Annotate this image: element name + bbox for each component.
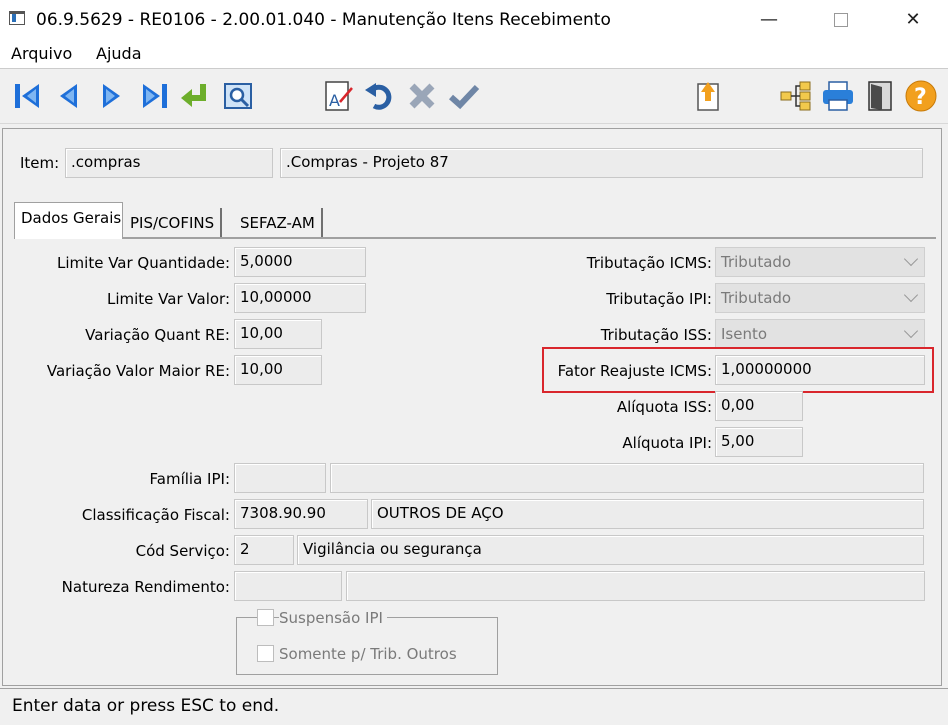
- tributacao-icms-label: Tributação ICMS:: [586, 254, 712, 272]
- export-icon[interactable]: [688, 78, 724, 114]
- tab-dados-gerais[interactable]: Dados Gerais: [14, 202, 123, 239]
- first-icon[interactable]: [10, 78, 46, 114]
- tab-pis-cofins[interactable]: PIS/COFINS: [124, 208, 223, 237]
- familia-ipi-label: Família IPI:: [149, 470, 230, 488]
- status-bar: Enter data or press ESC to end.: [0, 688, 948, 725]
- limite-var-quantidade-label: Limite Var Quantidade:: [57, 254, 230, 272]
- classificacao-fiscal-code-field[interactable]: 7308.90.90: [234, 499, 368, 529]
- edit-icon[interactable]: A: [320, 78, 356, 114]
- tree-icon[interactable]: [778, 78, 814, 114]
- item-label: Item:: [20, 154, 60, 172]
- somente-trib-outros-checkbox[interactable]: [257, 645, 274, 662]
- tab-sefaz-am[interactable]: SEFAZ-AM: [234, 208, 323, 237]
- cod-servico-description-field[interactable]: Vigilância ou segurança: [297, 535, 924, 565]
- tributacao-iss-select[interactable]: Isento: [715, 319, 925, 349]
- variacao-quant-re-field[interactable]: 10,00: [234, 319, 322, 349]
- fator-reajuste-icms-label: Fator Reajuste ICMS:: [557, 362, 712, 380]
- aliquota-iss-field[interactable]: 0,00: [715, 391, 803, 421]
- exit-icon[interactable]: [862, 78, 898, 114]
- svg-text:A: A: [329, 91, 340, 110]
- close-button[interactable]: ✕: [890, 0, 936, 40]
- fator-reajuste-icms-field[interactable]: 1,00000000: [715, 355, 925, 385]
- classificacao-fiscal-description-field[interactable]: OUTROS DE AÇO: [371, 499, 924, 529]
- chevron-down-icon: [903, 323, 919, 339]
- help-icon[interactable]: ?: [903, 78, 939, 114]
- prev-icon[interactable]: [50, 78, 86, 114]
- next-icon[interactable]: [94, 78, 130, 114]
- item-description-field[interactable]: .Compras - Projeto 87: [280, 148, 923, 178]
- classificacao-fiscal-label: Classificação Fiscal:: [81, 506, 230, 524]
- menu-ajuda[interactable]: Ajuda: [96, 44, 142, 63]
- tributacao-ipi-value: Tributado: [721, 289, 792, 307]
- status-text: Enter data or press ESC to end.: [12, 696, 280, 716]
- app-icon: [9, 11, 25, 25]
- limite-var-quantidade-field[interactable]: 5,0000: [234, 247, 366, 277]
- natureza-rendimento-code-field[interactable]: [234, 571, 342, 601]
- print-icon[interactable]: [820, 78, 856, 114]
- goto-icon[interactable]: [177, 78, 213, 114]
- menu-bar: Arquivo Ajuda: [0, 40, 948, 68]
- title-bar: 06.9.5629 - RE0106 - 2.00.01.040 - Manut…: [0, 0, 948, 40]
- cod-servico-code-field[interactable]: 2: [234, 535, 294, 565]
- suspensao-ipi-label: Suspensão IPI: [279, 609, 387, 627]
- suspensao-ipi-checkbox[interactable]: [257, 609, 274, 626]
- chevron-down-icon: [903, 251, 919, 267]
- variacao-valor-maior-re-field[interactable]: 10,00: [234, 355, 322, 385]
- somente-trib-outros-label: Somente p/ Trib. Outros: [279, 645, 457, 663]
- aliquota-ipi-field[interactable]: 5,00: [715, 427, 803, 457]
- delete-icon[interactable]: [404, 78, 440, 114]
- limite-var-valor-label: Limite Var Valor:: [107, 290, 230, 308]
- tributacao-ipi-label: Tributação IPI:: [606, 290, 712, 308]
- tabs-border: [14, 237, 936, 239]
- chevron-down-icon: [903, 287, 919, 303]
- natureza-rendimento-label: Natureza Rendimento:: [61, 578, 230, 596]
- tributacao-iss-value: Isento: [721, 325, 768, 343]
- aliquota-iss-label: Alíquota ISS:: [616, 398, 712, 416]
- item-code-field[interactable]: .compras: [65, 148, 273, 178]
- minimize-button[interactable]: —: [746, 0, 792, 40]
- variacao-quant-re-label: Variação Quant RE:: [85, 326, 230, 344]
- cod-servico-label: Cód Serviço:: [135, 542, 230, 560]
- aliquota-ipi-label: Alíquota IPI:: [622, 434, 712, 452]
- tributacao-icms-value: Tributado: [721, 253, 792, 271]
- svg-text:?: ?: [914, 85, 927, 110]
- undo-icon[interactable]: [362, 78, 398, 114]
- search-icon[interactable]: [220, 78, 256, 114]
- natureza-rendimento-description-field[interactable]: [346, 571, 925, 601]
- window-title: 06.9.5629 - RE0106 - 2.00.01.040 - Manut…: [36, 10, 611, 30]
- toolbar: A ?: [0, 68, 948, 124]
- maximize-button[interactable]: [818, 0, 864, 40]
- limite-var-valor-field[interactable]: 10,00000: [234, 283, 366, 313]
- menu-arquivo[interactable]: Arquivo: [11, 44, 72, 63]
- tributacao-icms-select[interactable]: Tributado: [715, 247, 925, 277]
- last-icon[interactable]: [136, 78, 172, 114]
- variacao-valor-maior-re-label: Variação Valor Maior RE:: [46, 362, 230, 380]
- familia-ipi-description-field[interactable]: [330, 463, 924, 493]
- tributacao-ipi-select[interactable]: Tributado: [715, 283, 925, 313]
- tributacao-iss-label: Tributação ISS:: [600, 326, 712, 344]
- familia-ipi-code-field[interactable]: [234, 463, 326, 493]
- confirm-icon[interactable]: [446, 78, 482, 114]
